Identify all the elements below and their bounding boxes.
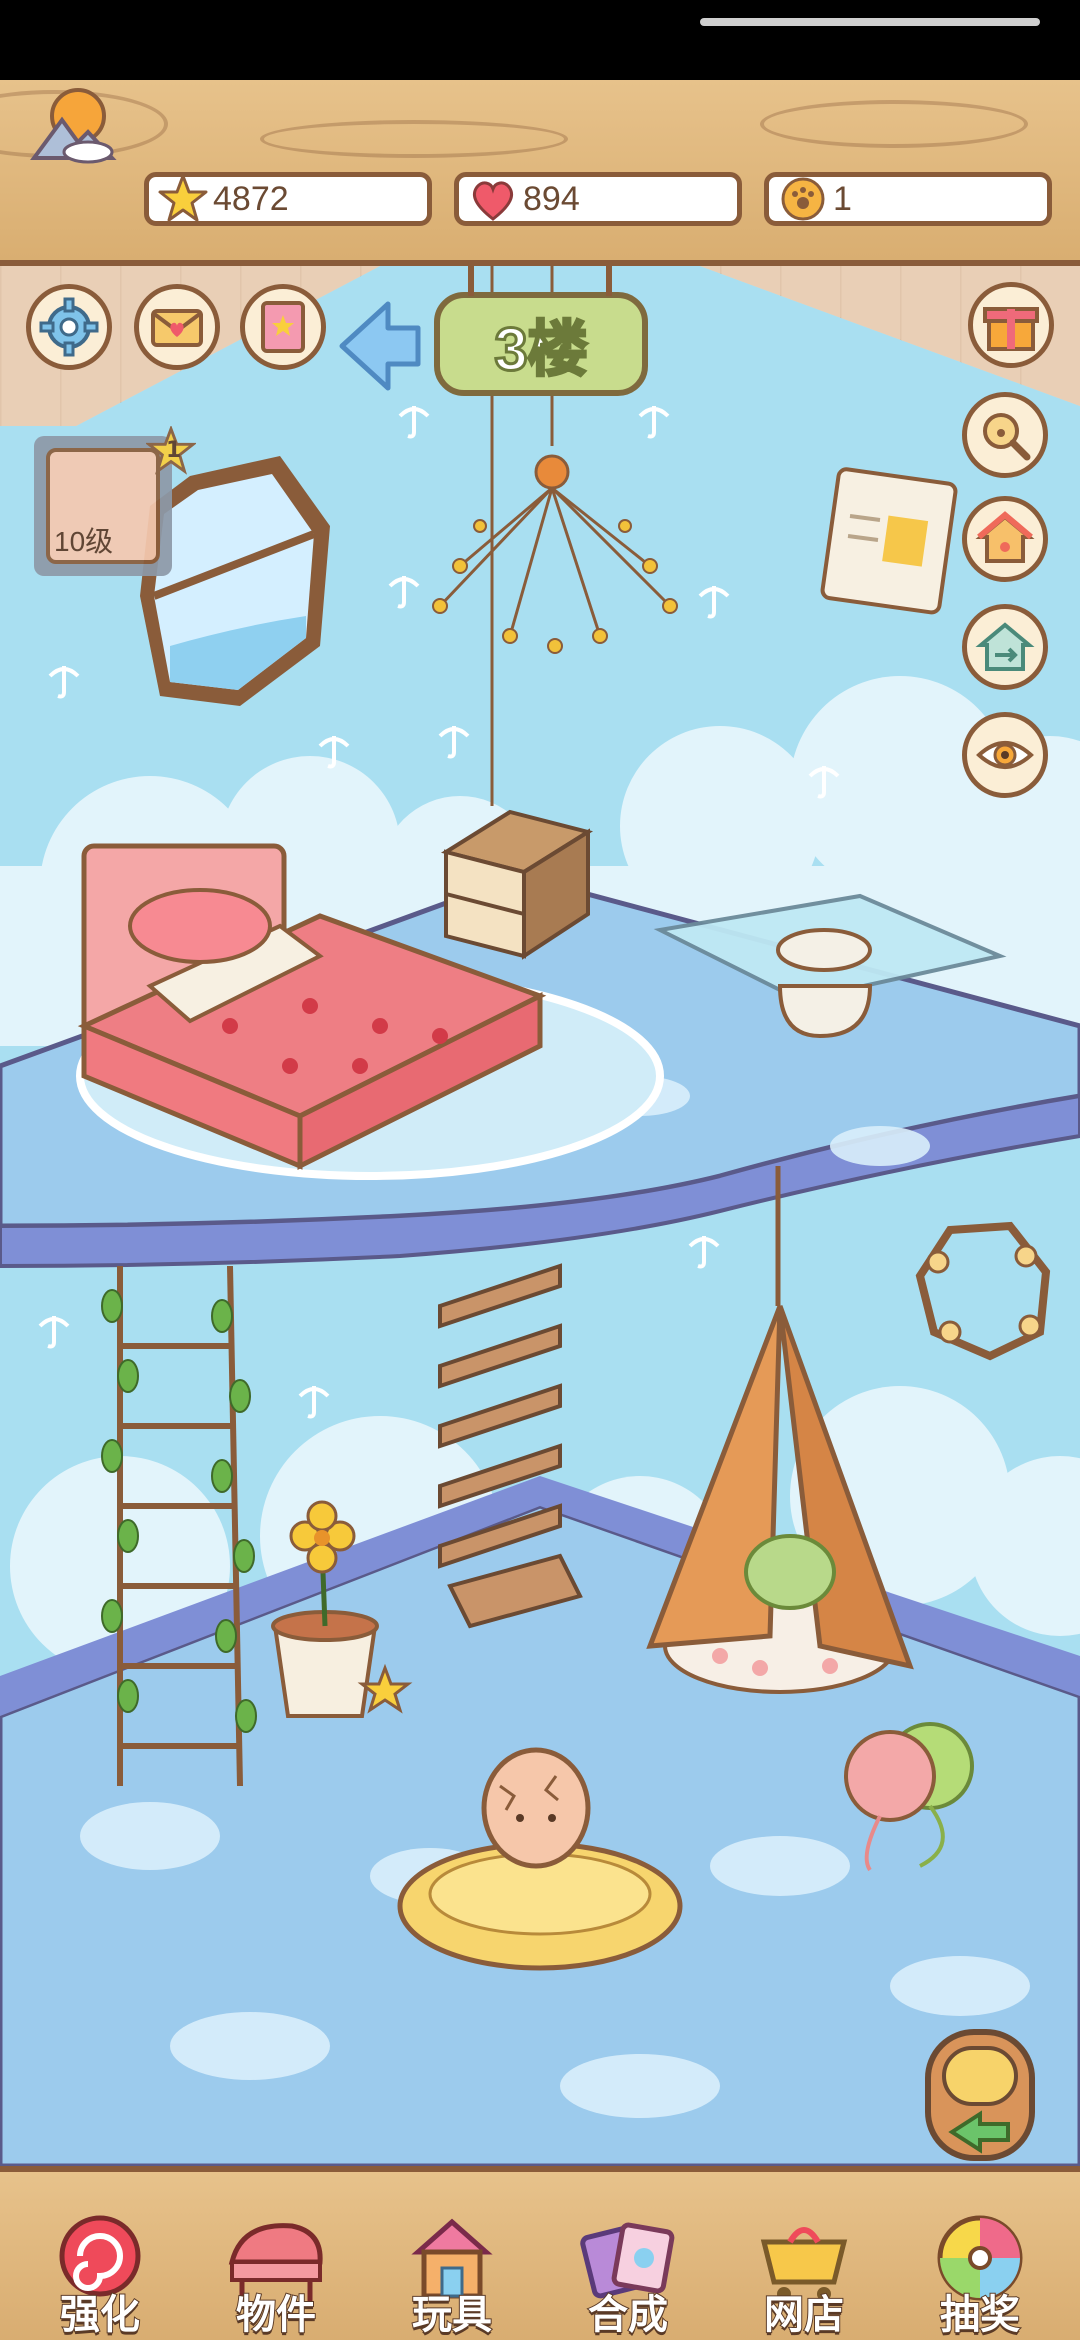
settings-button[interactable] [26,284,112,370]
pet-level-badge[interactable]: 10级 1 [34,426,196,576]
envelope-heart-icon [151,309,203,347]
toys-label: 玩具 [411,2292,493,2338]
paw-coin-counter: 1 [764,172,1052,226]
status-indicator [700,18,1040,26]
combine-label: 合成 [587,2292,669,2338]
toys-tab[interactable]: 玩具 [372,2212,532,2340]
level-label: 10级 [54,526,114,557]
sign-rope [606,266,612,296]
mail-button[interactable] [134,284,220,370]
game-screen: 4872 894 1 3楼 10级 1 强化 物件 玩具 合成 网店 抽奖 [0,0,1080,2340]
wood-grain [260,120,568,158]
journal-button[interactable] [240,284,326,370]
weather-sun-mountain-icon[interactable] [28,86,118,166]
star-counter: 4872 [144,172,432,226]
house-swap-icon [975,622,1035,671]
status-bar [0,0,1080,80]
star-count: 4872 [213,179,289,218]
wood-grain [760,100,1028,148]
back-arrow-icon[interactable] [336,298,424,394]
eye-icon [976,741,1034,769]
enhance-tab[interactable]: 强化 [20,2212,180,2340]
visit-button[interactable] [962,604,1048,690]
pet-egg[interactable] [481,1747,591,1869]
heart-icon [472,181,514,221]
gift-button[interactable] [968,282,1054,368]
home-button[interactable] [962,496,1048,582]
bottom-toolbar: 强化 物件 玩具 合成 网店 抽奖 [0,2166,1080,2340]
wall-calendar [820,467,958,615]
floor-sign: 3楼 [434,292,648,396]
search-button[interactable] [962,392,1048,478]
paw-house-icon [975,511,1035,563]
shop-label: 网店 [763,2292,845,2338]
combine-tab[interactable]: 合成 [548,2212,708,2340]
heart-counter: 894 [454,172,742,226]
shop-tab[interactable]: 网店 [724,2212,884,2340]
level-star-count: 1 [166,438,182,463]
items-label: 物件 [235,2292,317,2338]
gear-icon [39,297,99,357]
magnifier-paw-icon [983,413,1031,461]
paw-coin-count: 1 [833,179,852,218]
enhance-label: 强化 [59,2292,141,2338]
book-icon [261,301,305,353]
floor-label: 3楼 [493,314,589,384]
sign-rope [468,266,474,296]
view-button[interactable] [962,712,1048,798]
gift-box-icon [983,307,1039,351]
lottery-tab[interactable]: 抽奖 [900,2212,1060,2340]
exit-door-button[interactable] [918,2022,1042,2164]
items-tab[interactable]: 物件 [196,2212,356,2340]
heart-count: 894 [523,179,580,218]
star-icon [158,174,208,222]
lottery-label: 抽奖 [939,2292,1021,2338]
paw-coin-icon [781,177,825,221]
